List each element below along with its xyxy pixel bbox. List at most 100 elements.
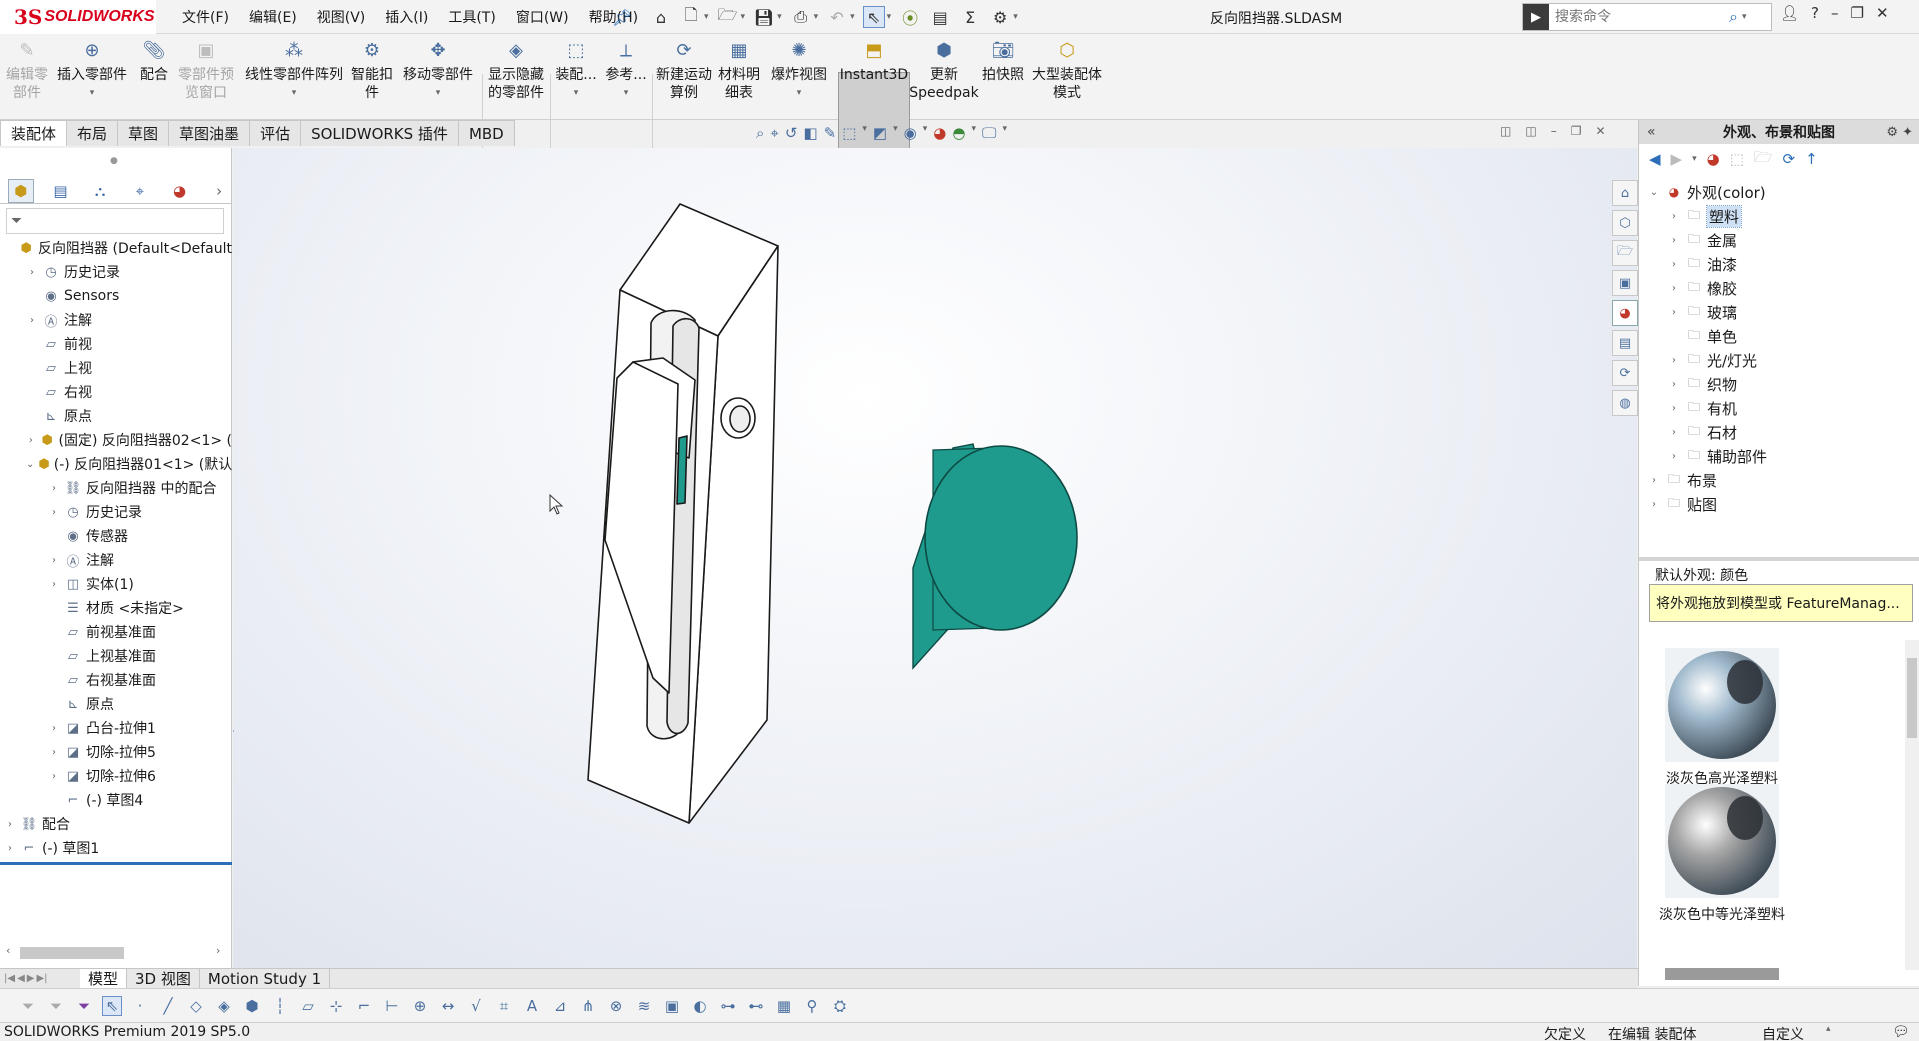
part-preview-window-button[interactable]: ▣ 零部件预览窗口 (176, 42, 236, 102)
menu-window[interactable]: 窗口(W) (516, 7, 569, 27)
white-bracket-part[interactable] (587, 203, 779, 824)
chevron-right-icon[interactable]: › (48, 555, 60, 566)
assembly-model[interactable] (233, 148, 1637, 968)
undo-icon[interactable]: ↶ (826, 6, 848, 28)
chat-icon[interactable]: 💬︎ (1892, 1024, 1910, 1040)
move-part-button[interactable]: ✥ 移动零部件 ▾ (400, 42, 476, 102)
instant3d-button[interactable]: ⬒ Instant3D (838, 42, 910, 84)
select-surface-finish-icon[interactable]: √ (466, 997, 486, 1015)
chevron-down-icon[interactable]: ⌄ (1647, 187, 1661, 198)
chevron-down-icon[interactable]: ▾ (893, 124, 898, 142)
tree-item[interactable]: ▱ 右视 (0, 380, 232, 404)
chevron-down-icon[interactable]: ▾ (704, 12, 709, 22)
scroll-thumb[interactable] (20, 947, 124, 959)
display-style-icon[interactable]: ◩ (873, 124, 887, 142)
new-motion-study-button[interactable]: ⟳ 新建运动算例 (656, 42, 712, 102)
select-planes-icon[interactable]: ▱ (298, 997, 318, 1015)
refresh-icon[interactable]: ⟳ (1783, 150, 1796, 168)
chevron-right-icon[interactable]: › (48, 507, 60, 518)
tree-item[interactable]: ⌐ (-) 草图4 (0, 788, 232, 812)
tree-item[interactable]: ⬢ 反向阻挡器 (Default<Default (0, 236, 232, 260)
tab-mbd[interactable]: MBD (457, 120, 515, 146)
chevron-down-icon[interactable]: ▾ (1692, 154, 1697, 164)
select-dowel-pins-icon[interactable]: ◐ (690, 997, 710, 1015)
chevron-right-icon[interactable]: › (1667, 427, 1681, 438)
chevron-right-icon[interactable]: › (26, 315, 38, 326)
menu-edit[interactable]: 编辑(E) (249, 7, 297, 27)
resources-icon[interactable]: ⬡ (1612, 210, 1638, 236)
tree-item[interactable]: ▱ 前视 (0, 332, 232, 356)
chevron-down-icon[interactable]: ▾ (741, 12, 746, 22)
search-input[interactable] (1549, 5, 1729, 29)
appearances-icon[interactable]: ◕ (1612, 300, 1638, 326)
select-routing-points-icon[interactable]: ⊷ (746, 997, 766, 1015)
menu-view[interactable]: 视图(V) (317, 7, 366, 27)
tree-item[interactable]: ▱ 上视基准面 (0, 644, 232, 668)
tree-item[interactable]: ⊾ 原点 (0, 692, 232, 716)
chevron-right-icon[interactable]: › (48, 771, 60, 782)
tree-item[interactable]: › ◪ 凸台-拉伸1 (0, 716, 232, 740)
select-cursor-icon[interactable]: ⇖ (862, 6, 885, 28)
tab-evaluate[interactable]: 评估 (249, 120, 302, 146)
units-custom[interactable]: 自定义 (1762, 1024, 1804, 1041)
appearance-tree-item[interactable]: › 🗀 金属 (1639, 228, 1919, 252)
tree-item[interactable]: › ⬢ (固定) 反向阻挡器02<1> ( (0, 428, 232, 452)
view-settings-icon[interactable]: 🖵︎ (982, 124, 996, 142)
apply-scene-icon[interactable]: ◓ (952, 124, 965, 142)
tree-item[interactable]: › ⛓ 配合 (0, 812, 232, 836)
chevron-down-icon[interactable]: ⌄ (26, 459, 34, 470)
back-arrow-icon[interactable]: ◀ (1649, 150, 1661, 168)
save-icon[interactable]: 💾︎ (753, 6, 775, 28)
close-icon[interactable]: ✕ (1595, 124, 1605, 138)
take-snapshot-button[interactable]: 📷︎ 拍快照 (980, 42, 1026, 84)
chevron-up-icon[interactable]: ▴ (1826, 1024, 1831, 1034)
update-speedpak-button[interactable]: ⬢ 更新 Speedpak (909, 42, 978, 102)
select-midpoints-icon[interactable]: ⊢ (382, 997, 402, 1015)
tab-motion-study[interactable]: Motion Study 1 (200, 968, 331, 989)
select-faces-icon[interactable]: ◇ (186, 997, 206, 1015)
select-blocks-icon[interactable]: ▣ (662, 997, 682, 1015)
up-arrow-icon[interactable]: ↑ (1805, 150, 1818, 168)
feature-tree-tab-icon[interactable]: ⬢ (8, 178, 34, 203)
select-connection-points-icon[interactable]: ⊶ (718, 997, 738, 1015)
panel-left-icon[interactable]: ◫ (1500, 124, 1511, 138)
tab-layout[interactable]: 布局 (66, 120, 119, 146)
appearance-tree-item[interactable]: › 🗀 贴图 (1639, 492, 1919, 516)
dimxpert-tab-icon[interactable]: ⌖ (127, 179, 153, 203)
scroll-right-icon[interactable]: › (216, 944, 220, 957)
chevron-down-icon[interactable]: ▾ (1002, 124, 1007, 142)
horizontal-scrollbar[interactable]: ‹ › (0, 944, 232, 962)
next-tab-icon[interactable]: ▶ (27, 973, 35, 984)
chevron-right-icon[interactable]: › (1647, 499, 1661, 510)
menu-file[interactable]: 文件(F) (182, 7, 229, 27)
zoom-to-area-icon[interactable]: ⌖ (770, 124, 778, 142)
select-weld-symbols-icon[interactable]: ⋔ (578, 997, 598, 1015)
home-icon[interactable]: ⌂ (1612, 180, 1638, 206)
add-to-library-icon[interactable]: ⬚ (1730, 150, 1744, 168)
globe-icon[interactable]: ◍ (1612, 390, 1638, 416)
select-solids-icon[interactable]: ⬢ (242, 997, 262, 1015)
tab-sketch[interactable]: 草图 (117, 120, 170, 146)
appearance-swatch[interactable]: 淡灰色中等光泽塑料 (1659, 784, 1785, 924)
chevron-down-icon[interactable]: ▾ (814, 12, 819, 22)
chevron-down-icon[interactable]: ▾ (1013, 12, 1018, 22)
chevron-right-icon[interactable]: › (1667, 403, 1681, 414)
edit-part-button[interactable]: ✎ 编辑零部件 (6, 42, 48, 102)
sigma-icon[interactable]: Σ (959, 6, 981, 28)
appearance-tree-item[interactable]: › 🗀 有机 (1639, 396, 1919, 420)
select-sketch-points-icon[interactable]: ⊹ (326, 997, 346, 1015)
chevron-right-icon[interactable]: › (1667, 259, 1681, 270)
smart-fastener-button[interactable]: ⚙ 智能扣件 (350, 42, 394, 102)
custom-properties-icon[interactable]: ▤ (1612, 330, 1638, 356)
large-assembly-mode-button[interactable]: ⬡ 大型装配体模式 (1032, 42, 1102, 102)
panel-right-icon[interactable]: ◫ (1525, 124, 1536, 138)
exploded-view-button[interactable]: ✺ 爆炸视图 ▾ (766, 42, 832, 102)
insert-part-button[interactable]: ⊕ 插入零部件 ▾ (56, 42, 128, 102)
chevron-down-icon[interactable]: ▾ (574, 84, 579, 102)
traffic-light-icon[interactable]: ⦿ (899, 6, 921, 28)
previous-tab-icon[interactable]: ◀ (17, 973, 25, 984)
solidworks-logo[interactable]: 3S SOLIDWORKS (0, 0, 156, 34)
minimize-icon[interactable]: – (1551, 124, 1557, 138)
tree-item[interactable]: › ◪ 切除-拉伸6 (0, 764, 232, 788)
select-vertices-icon[interactable]: · (130, 997, 150, 1015)
